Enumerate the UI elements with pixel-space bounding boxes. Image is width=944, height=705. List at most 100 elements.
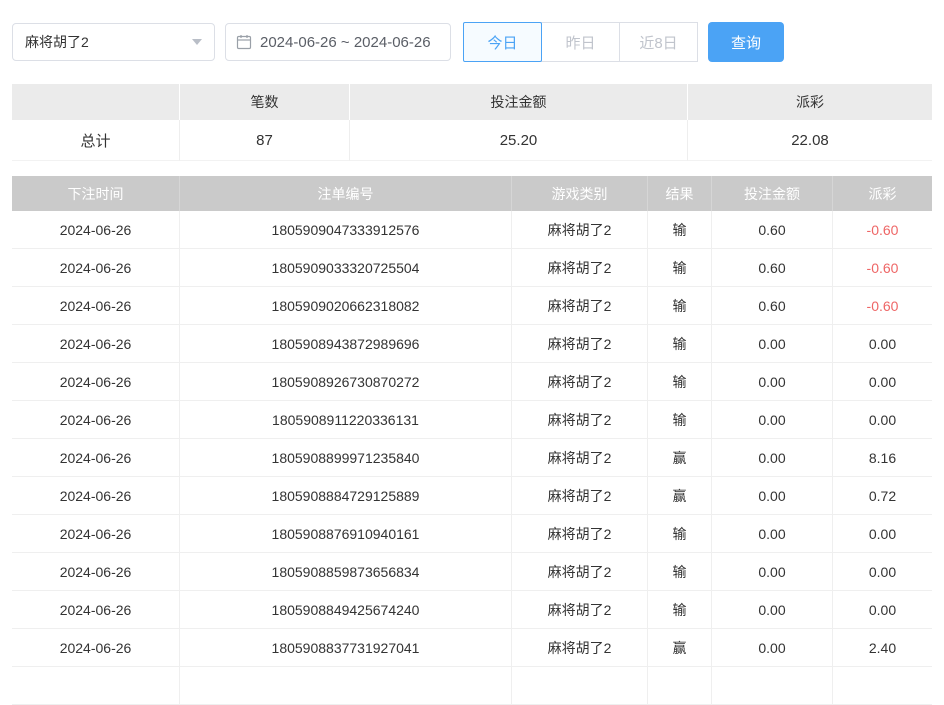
- payout-cell: -0.60: [833, 287, 932, 325]
- bet-amount-cell: 0.00: [712, 401, 833, 439]
- bet-amount-cell: 0.00: [712, 477, 833, 515]
- bet-amount-cell: 0.60: [712, 211, 833, 249]
- payout-cell: 0.00: [833, 325, 932, 363]
- bet-time-cell: 2024-06-26: [12, 401, 180, 439]
- table-row: 2024-06-26 1805908899971235840 麻将胡了2 赢 0…: [12, 439, 932, 477]
- order-no-cell: 1805909047333912576: [180, 211, 512, 249]
- summary-header-payout: 派彩: [688, 84, 932, 120]
- game-type-cell: 麻将胡了2: [512, 211, 648, 249]
- bet-time-cell: 2024-06-26: [12, 439, 180, 477]
- payout-cell: 0.00: [833, 553, 932, 591]
- bet-amount-cell: [712, 667, 833, 705]
- today-button[interactable]: 今日: [463, 22, 542, 62]
- result-cell: 输: [648, 515, 712, 553]
- yesterday-button[interactable]: 昨日: [541, 22, 620, 62]
- result-cell: 赢: [648, 629, 712, 667]
- order-no-cell: [180, 667, 512, 705]
- payout-cell: 2.40: [833, 629, 932, 667]
- table-header-row: 下注时间 注单编号 游戏类别 结果 投注金额 派彩: [12, 176, 932, 211]
- game-type-cell: 麻将胡了2: [512, 515, 648, 553]
- bet-time-cell: 2024-06-26: [12, 553, 180, 591]
- table-row: 2024-06-26 1805909020662318082 麻将胡了2 输 0…: [12, 287, 932, 325]
- payout-cell: 0.00: [833, 401, 932, 439]
- table-row: 2024-06-26 1805909047333912576 麻将胡了2 输 0…: [12, 211, 932, 249]
- column-header-payout: 派彩: [833, 176, 932, 211]
- table-row: 2024-06-26 1805908837731927041 麻将胡了2 赢 0…: [12, 629, 932, 667]
- filter-toolbar: 麻将胡了2 2024-06-26 ~ 2024-06-26 今日 昨日 近8日 …: [12, 22, 944, 62]
- game-type-cell: 麻将胡了2: [512, 439, 648, 477]
- column-header-bet-amount: 投注金额: [712, 176, 833, 211]
- result-cell: 输: [648, 249, 712, 287]
- result-cell: 输: [648, 363, 712, 401]
- column-header-order-no: 注单编号: [180, 176, 512, 211]
- result-cell: 输: [648, 591, 712, 629]
- summary-total-bet-amount: 25.20: [350, 120, 688, 161]
- result-cell: 输: [648, 287, 712, 325]
- summary-header-bet-amount: 投注金额: [350, 84, 688, 120]
- date-range-value: 2024-06-26 ~ 2024-06-26: [260, 34, 431, 51]
- table-row: 2024-06-26 1805908859873656834 麻将胡了2 输 0…: [12, 553, 932, 591]
- bet-amount-cell: 0.00: [712, 553, 833, 591]
- bet-time-cell: 2024-06-26: [12, 591, 180, 629]
- game-type-cell: 麻将胡了2: [512, 629, 648, 667]
- bet-amount-cell: 0.00: [712, 439, 833, 477]
- chevron-down-icon: [192, 39, 202, 45]
- summary-header-blank: [12, 84, 180, 120]
- game-type-cell: 麻将胡了2: [512, 249, 648, 287]
- order-no-cell: 1805908926730870272: [180, 363, 512, 401]
- game-type-cell: 麻将胡了2: [512, 325, 648, 363]
- result-cell: 赢: [648, 477, 712, 515]
- summary-table: 笔数 投注金额 派彩 总计 87 25.20 22.08: [12, 84, 932, 161]
- search-button[interactable]: 查询: [708, 22, 784, 62]
- bet-time-cell: 2024-06-26: [12, 629, 180, 667]
- summary-total-label: 总计: [12, 120, 180, 161]
- table-row: 2024-06-26 1805908943872989696 麻将胡了2 输 0…: [12, 325, 932, 363]
- last-8-days-button[interactable]: 近8日: [619, 22, 698, 62]
- result-cell: 输: [648, 211, 712, 249]
- result-cell: [648, 667, 712, 705]
- game-type-cell: 麻将胡了2: [512, 401, 648, 439]
- order-no-cell: 1805908911220336131: [180, 401, 512, 439]
- column-header-result: 结果: [648, 176, 712, 211]
- game-select[interactable]: 麻将胡了2: [12, 23, 215, 61]
- bet-time-cell: 2024-06-26: [12, 287, 180, 325]
- bet-time-cell: 2024-06-26: [12, 325, 180, 363]
- game-type-cell: 麻将胡了2: [512, 363, 648, 401]
- game-type-cell: 麻将胡了2: [512, 287, 648, 325]
- order-no-cell: 1805909020662318082: [180, 287, 512, 325]
- bet-records-table: 下注时间 注单编号 游戏类别 结果 投注金额 派彩 2024-06-26 180…: [12, 176, 932, 705]
- summary-header-count: 笔数: [180, 84, 350, 120]
- bet-amount-cell: 0.00: [712, 629, 833, 667]
- order-no-cell: 1805908899971235840: [180, 439, 512, 477]
- date-range-input[interactable]: 2024-06-26 ~ 2024-06-26: [225, 23, 451, 61]
- bet-time-cell: 2024-06-26: [12, 211, 180, 249]
- summary-total-row: 总计 87 25.20 22.08: [12, 120, 932, 161]
- order-no-cell: 1805908943872989696: [180, 325, 512, 363]
- bet-time-cell: 2024-06-26: [12, 477, 180, 515]
- table-row: 2024-06-26 1805908849425674240 麻将胡了2 输 0…: [12, 591, 932, 629]
- order-no-cell: 1805908876910940161: [180, 515, 512, 553]
- bet-time-cell: [12, 667, 180, 705]
- order-no-cell: 1805908859873656834: [180, 553, 512, 591]
- result-cell: 输: [648, 325, 712, 363]
- calendar-icon: [236, 34, 252, 50]
- payout-cell: 0.00: [833, 591, 932, 629]
- bet-time-cell: 2024-06-26: [12, 515, 180, 553]
- bet-amount-cell: 0.60: [712, 249, 833, 287]
- table-row: 2024-06-26 1805908926730870272 麻将胡了2 输 0…: [12, 363, 932, 401]
- bet-time-cell: 2024-06-26: [12, 249, 180, 287]
- summary-header-row: 笔数 投注金额 派彩: [12, 84, 932, 120]
- column-header-bet-time: 下注时间: [12, 176, 180, 211]
- order-no-cell: 1805908849425674240: [180, 591, 512, 629]
- bet-time-cell: 2024-06-26: [12, 363, 180, 401]
- table-row: 2024-06-26 1805909033320725504 麻将胡了2 输 0…: [12, 249, 932, 287]
- game-select-value: 麻将胡了2: [25, 32, 89, 52]
- game-type-cell: 麻将胡了2: [512, 553, 648, 591]
- table-body: 2024-06-26 1805909047333912576 麻将胡了2 输 0…: [12, 211, 932, 705]
- order-no-cell: 1805908837731927041: [180, 629, 512, 667]
- summary-total-payout: 22.08: [688, 120, 932, 161]
- result-cell: 输: [648, 553, 712, 591]
- payout-cell: 0.00: [833, 363, 932, 401]
- order-no-cell: 1805909033320725504: [180, 249, 512, 287]
- bet-amount-cell: 0.00: [712, 363, 833, 401]
